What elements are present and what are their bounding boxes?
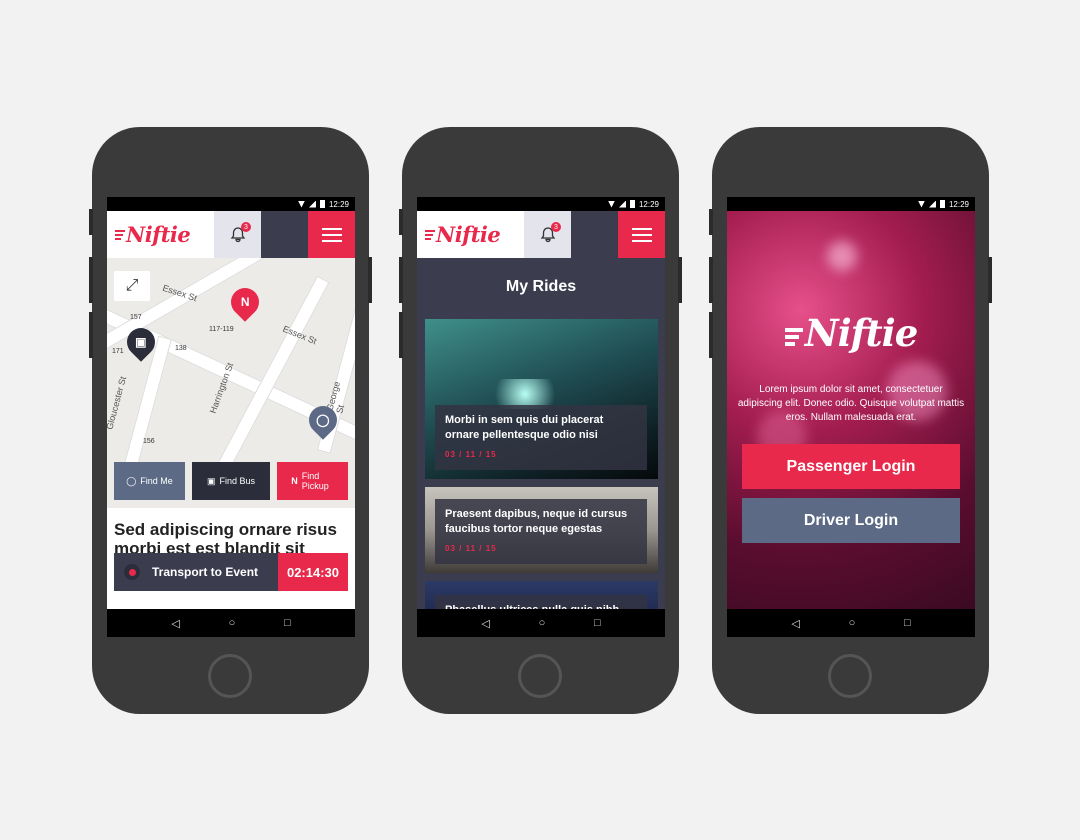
status-time: 12:29 [328,199,349,209]
phone-login: 12:29 Niftie Lorem ipsum dolor sit amet,… [709,127,992,714]
niftie-logo: Niftie [727,311,975,355]
login-description: Lorem ipsum dolor sit amet, consectetuer… [737,384,965,423]
address-number: 171 [112,348,124,355]
record-icon [124,564,140,580]
status-bar: 12:29 [417,197,665,211]
ride-date: 03 / 11 / 15 [445,544,497,553]
event-headline: Sed adipiscing ornare risus morbi est es… [114,520,337,558]
person-icon: ◯ [126,475,137,486]
back-icon[interactable]: ◁ [171,617,179,630]
phone-rides: 12:29 Niftie 3 My Rides Morbi in sem qui… [399,127,682,714]
ride-date: 03 / 11 / 15 [445,450,497,459]
screen-map: 12:29 Niftie 3 Essex St Essex St Harring… [107,197,355,637]
address-number: 157 [130,314,142,321]
phone-home-button[interactable] [518,654,562,698]
notifications-button[interactable]: 3 [214,211,261,258]
map-view[interactable]: Essex St Essex St Harrington St Gloucest… [107,258,355,508]
android-navbar: ◁ ○ □ [107,609,355,637]
notification-badge: 3 [241,222,251,232]
address-number: 138 [175,345,187,352]
address-number: 156 [143,438,155,445]
ride-text: Morbi in sem quis dui placerat ornare pe… [445,414,604,441]
bus-icon: ▣ [135,335,147,349]
back-icon[interactable]: ◁ [791,617,799,630]
find-pickup-button[interactable]: N Find Pickup [277,462,348,500]
volume-down [89,312,93,358]
login-background: Niftie Lorem ipsum dolor sit amet, conse… [727,211,975,609]
app-header: Niftie 3 [417,211,665,461]
wifi-icon [607,200,615,208]
recents-icon[interactable]: □ [284,617,291,629]
notification-badge: 3 [551,222,561,232]
status-bar: 12:29 [727,197,975,211]
niftie-pin-icon: N [291,476,298,486]
menu-button[interactable] [618,211,665,258]
home-icon[interactable]: ○ [539,617,546,629]
phone-home-button[interactable] [828,654,872,698]
signal-icon [928,200,936,208]
android-navbar: ◁ ○ □ [417,609,665,637]
niftie-pin-icon: N [240,295,250,310]
status-time: 12:29 [638,199,659,209]
page-title: My Rides [505,278,577,295]
street-label: Gloucester St [107,375,129,431]
bus-icon: ▣ [206,475,216,486]
menu-button[interactable] [308,211,355,258]
app-header: Niftie 3 [107,211,355,461]
battery-icon [319,200,325,208]
ride-card[interactable]: Morbi in sem quis dui placerat ornare pe… [425,319,658,479]
power-button [368,257,372,303]
android-navbar: ◁ ○ □ [727,609,975,637]
recents-icon[interactable]: □ [904,617,911,629]
screen-rides: 12:29 Niftie 3 My Rides Morbi in sem qui… [417,197,665,637]
home-icon[interactable]: ○ [849,617,856,629]
ride-text: Praesent dapibus, neque id cursus faucib… [445,508,628,535]
signal-icon [618,200,626,208]
passenger-login-button[interactable]: Passenger Login [742,444,960,489]
menu-icon [631,227,652,242]
pickup-pin[interactable]: N [225,282,265,322]
expand-icon: ⤢ [125,277,139,294]
rides-list: My Rides Morbi in sem quis dui placerat … [417,258,665,637]
address-number: 117-119 [209,326,234,333]
ride-caption: Morbi in sem quis dui placerat ornare pe… [435,405,647,470]
battery-icon [629,200,635,208]
volume-switch [89,209,93,235]
status-bar: 12:29 [107,197,355,211]
transport-bar[interactable]: Transport to Event 02:14:30 [114,553,348,591]
ride-card[interactable]: Praesent dapibus, neque id cursus faucib… [425,487,658,573]
transport-timer: 02:14:30 [278,553,348,591]
expand-map-button[interactable]: ⤢ [114,271,150,301]
person-icon: ◯ [316,413,330,427]
notifications-button[interactable]: 3 [524,211,571,258]
screen-login: 12:29 Niftie Lorem ipsum dolor sit amet,… [727,197,975,637]
home-icon[interactable]: ○ [229,617,236,629]
niftie-logo[interactable]: Niftie [107,211,214,258]
status-time: 12:29 [948,199,969,209]
find-me-button[interactable]: ◯ Find Me [114,462,185,500]
signal-icon [308,200,316,208]
phone-home-button[interactable] [208,654,252,698]
find-bus-button[interactable]: ▣ Find Bus [192,462,270,500]
wifi-icon [917,200,925,208]
back-icon[interactable]: ◁ [481,617,489,630]
wifi-icon [297,200,305,208]
ride-caption: Praesent dapibus, neque id cursus faucib… [435,499,647,564]
transport-label: Transport to Event [152,565,259,579]
menu-icon [321,227,342,242]
battery-icon [939,200,945,208]
recents-icon[interactable]: □ [594,617,601,629]
volume-up [89,257,93,303]
niftie-logo[interactable]: Niftie [417,211,524,258]
phone-map: 12:29 Niftie 3 Essex St Essex St Harring… [89,127,372,714]
driver-login-button[interactable]: Driver Login [742,498,960,543]
